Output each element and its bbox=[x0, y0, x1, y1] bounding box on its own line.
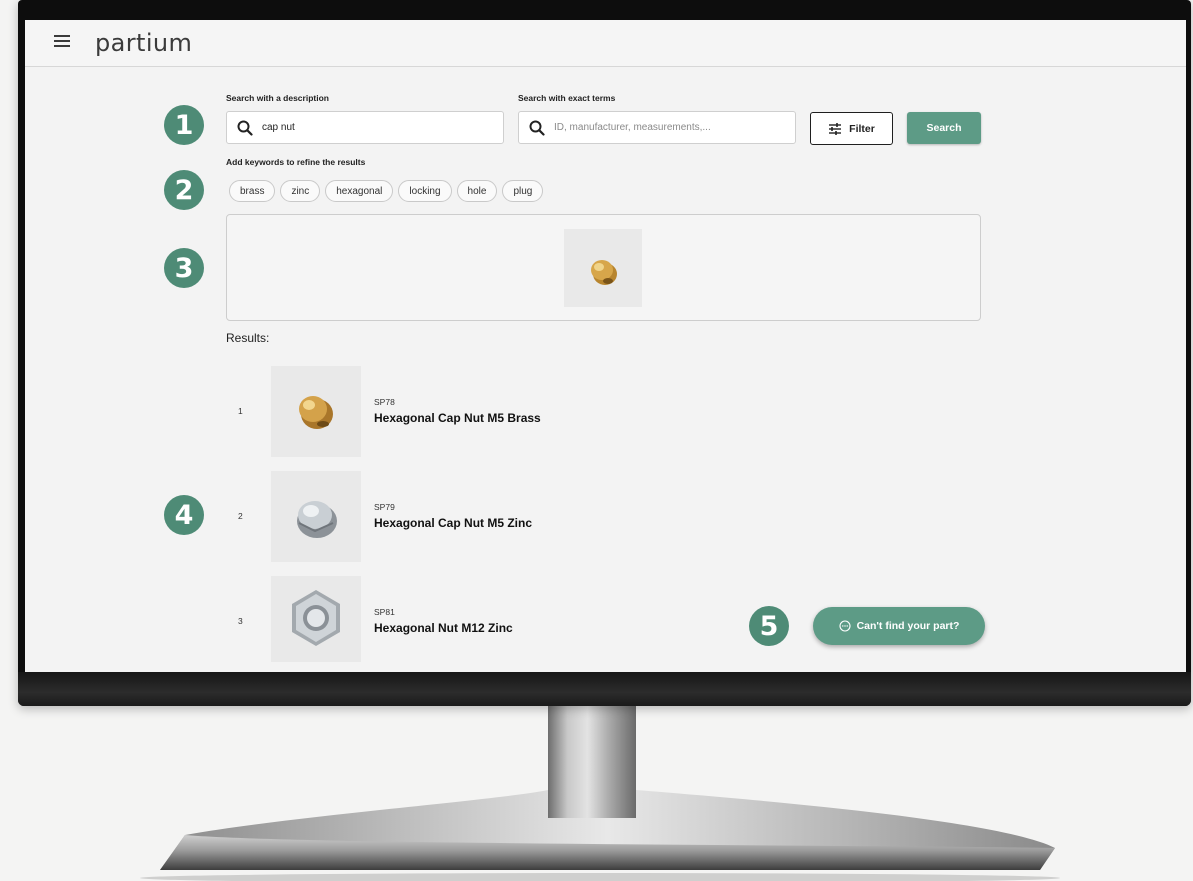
keyword-chip-hexagonal[interactable]: hexagonal bbox=[325, 180, 394, 202]
filter-button[interactable]: Filter bbox=[810, 112, 893, 145]
keyword-chip-plug[interactable]: plug bbox=[502, 180, 544, 202]
app-header: partium bbox=[25, 20, 1186, 67]
search-icon bbox=[529, 120, 545, 136]
search-icon bbox=[237, 120, 253, 136]
keyword-chips: brass zinc hexagonal locking hole plug bbox=[229, 180, 544, 202]
result-thumbnail-brass-cap-nut[interactable] bbox=[271, 366, 361, 457]
monitor-chin bbox=[18, 672, 1191, 706]
description-search-input[interactable]: cap nut bbox=[226, 111, 504, 144]
results-heading: Results: bbox=[226, 331, 270, 345]
step-badge-5: 5 bbox=[749, 606, 789, 646]
result-index: 2 bbox=[238, 511, 243, 521]
result-part-name[interactable]: Hexagonal Cap Nut M5 Brass bbox=[374, 411, 541, 425]
filter-button-label: Filter bbox=[849, 122, 875, 135]
keyword-chip-zinc[interactable]: zinc bbox=[280, 180, 321, 202]
result-part-name[interactable]: Hexagonal Nut M12 Zinc bbox=[374, 621, 513, 635]
result-thumbnail-hex-nut[interactable] bbox=[271, 576, 361, 662]
exact-search-placeholder: ID, manufacturer, measurements,... bbox=[554, 122, 711, 133]
keywords-label: Add keywords to refine the results bbox=[226, 157, 366, 167]
uploaded-image-panel[interactable] bbox=[226, 214, 981, 321]
result-part-code: SP81 bbox=[374, 607, 395, 617]
brand-logo: partium bbox=[95, 29, 193, 57]
step-badge-2: 2 bbox=[164, 170, 204, 210]
result-part-code: SP78 bbox=[374, 397, 395, 407]
exact-search-label: Search with exact terms bbox=[518, 93, 616, 103]
search-button[interactable]: Search bbox=[907, 112, 981, 144]
step-badge-1: 1 bbox=[164, 105, 204, 145]
uploaded-part-image bbox=[564, 229, 642, 307]
keyword-chip-brass[interactable]: brass bbox=[229, 180, 276, 202]
keyword-chip-locking[interactable]: locking bbox=[398, 180, 452, 202]
description-search-label: Search with a description bbox=[226, 93, 329, 103]
sliders-icon bbox=[829, 122, 842, 135]
cant-find-part-button[interactable]: Can't find your part? bbox=[813, 607, 985, 645]
step-badge-4: 4 bbox=[164, 495, 204, 535]
chat-bubble-icon bbox=[839, 620, 851, 632]
exact-search-input[interactable]: ID, manufacturer, measurements,... bbox=[518, 111, 796, 144]
cant-find-label: Can't find your part? bbox=[856, 620, 960, 632]
result-thumbnail-zinc-cap-nut[interactable] bbox=[271, 471, 361, 562]
step-badge-3: 3 bbox=[164, 248, 204, 288]
result-part-code: SP79 bbox=[374, 502, 395, 512]
description-search-value: cap nut bbox=[262, 122, 295, 133]
keyword-chip-hole[interactable]: hole bbox=[456, 180, 498, 202]
monitor-neck bbox=[548, 706, 636, 818]
result-index: 3 bbox=[238, 616, 243, 626]
result-index: 1 bbox=[238, 406, 243, 416]
hamburger-menu-icon[interactable] bbox=[54, 35, 70, 49]
result-part-name[interactable]: Hexagonal Cap Nut M5 Zinc bbox=[374, 516, 532, 530]
